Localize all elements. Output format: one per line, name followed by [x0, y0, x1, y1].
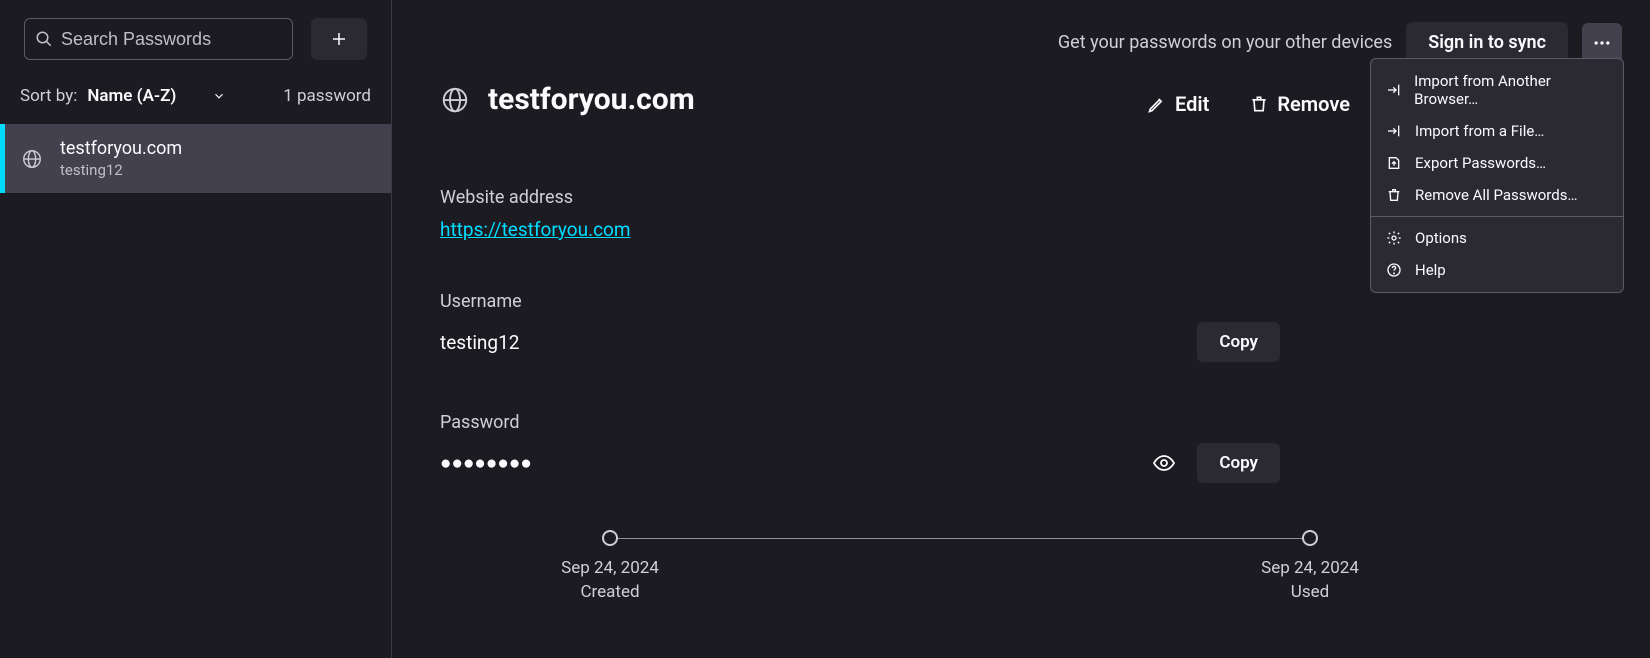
search-icon	[35, 30, 53, 48]
password-value: ●●●●●●●●	[440, 451, 1149, 475]
login-list: testforyou.com testing12	[0, 124, 391, 658]
gear-icon	[1385, 230, 1403, 246]
website-link[interactable]: https://testforyou.com	[440, 218, 631, 241]
menu-import-browser[interactable]: Import from Another Browser…	[1371, 65, 1623, 115]
sidebar: Sort by: Name (A-Z) 1 password testforyo…	[0, 0, 392, 658]
export-icon	[1385, 155, 1403, 171]
sync-promo-text: Get your passwords on your other devices	[1058, 32, 1392, 53]
ellipsis-icon	[1592, 33, 1612, 53]
login-item-username: testing12	[60, 161, 182, 179]
edit-label: Edit	[1175, 92, 1209, 116]
detail-panel: Get your passwords on your other devices…	[392, 0, 1650, 658]
username-label: Username	[440, 291, 1610, 312]
edit-button[interactable]: Edit	[1147, 92, 1209, 116]
timeline-node-used	[1302, 530, 1318, 546]
menu-remove-all[interactable]: Remove All Passwords…	[1371, 179, 1623, 211]
menu-separator	[1371, 216, 1623, 217]
remove-button[interactable]: Remove	[1249, 92, 1350, 116]
menu-import-file[interactable]: Import from a File…	[1371, 115, 1623, 147]
more-menu: Import from Another Browser… Import from…	[1370, 58, 1624, 293]
sign-in-sync-button[interactable]: Sign in to sync	[1406, 22, 1568, 63]
used-label: Used	[1230, 582, 1390, 602]
import-icon	[1385, 82, 1402, 98]
eye-icon	[1152, 451, 1176, 475]
password-label: Password	[440, 412, 1610, 433]
globe-icon	[440, 85, 470, 115]
menu-label: Options	[1415, 229, 1467, 247]
trash-icon	[1249, 94, 1269, 114]
menu-label: Export Passwords…	[1415, 154, 1546, 172]
reveal-password-button[interactable]	[1149, 448, 1179, 478]
add-login-button[interactable]	[311, 18, 367, 60]
remove-label: Remove	[1277, 92, 1350, 116]
timeline-node-created	[602, 530, 618, 546]
created-date: Sep 24, 2024	[561, 558, 659, 578]
import-icon	[1385, 123, 1403, 139]
password-count: 1 password	[283, 86, 371, 106]
sort-select[interactable]: Name (A-Z)	[87, 86, 226, 106]
help-icon	[1385, 262, 1403, 278]
search-input[interactable]	[61, 29, 282, 50]
more-menu-button[interactable]	[1582, 23, 1622, 63]
login-item-title: testforyou.com	[60, 138, 182, 159]
menu-label: Help	[1415, 261, 1446, 279]
menu-label: Import from a File…	[1415, 122, 1544, 140]
sort-label: Sort by:	[20, 86, 77, 106]
login-list-item[interactable]: testforyou.com testing12	[0, 124, 391, 193]
menu-options[interactable]: Options	[1371, 222, 1623, 254]
pencil-icon	[1147, 94, 1167, 114]
sort-value: Name (A-Z)	[87, 86, 176, 106]
username-value: testing12	[440, 331, 1197, 354]
used-date: Sep 24, 2024	[1261, 558, 1359, 578]
copy-username-button[interactable]: Copy	[1197, 322, 1280, 362]
search-field[interactable]	[24, 18, 293, 60]
login-title: testforyou.com	[488, 82, 695, 117]
copy-password-button[interactable]: Copy	[1197, 443, 1280, 483]
menu-label: Remove All Passwords…	[1415, 186, 1577, 204]
globe-icon	[20, 147, 44, 171]
plus-icon	[330, 30, 348, 48]
menu-help[interactable]: Help	[1371, 254, 1623, 286]
chevron-down-icon	[212, 89, 226, 103]
menu-label: Import from Another Browser…	[1414, 72, 1609, 108]
menu-export[interactable]: Export Passwords…	[1371, 147, 1623, 179]
timeline: Sep 24, 2024 Created Sep 24, 2024 Used	[610, 538, 1310, 539]
created-label: Created	[530, 582, 690, 602]
trash-icon	[1385, 187, 1403, 203]
